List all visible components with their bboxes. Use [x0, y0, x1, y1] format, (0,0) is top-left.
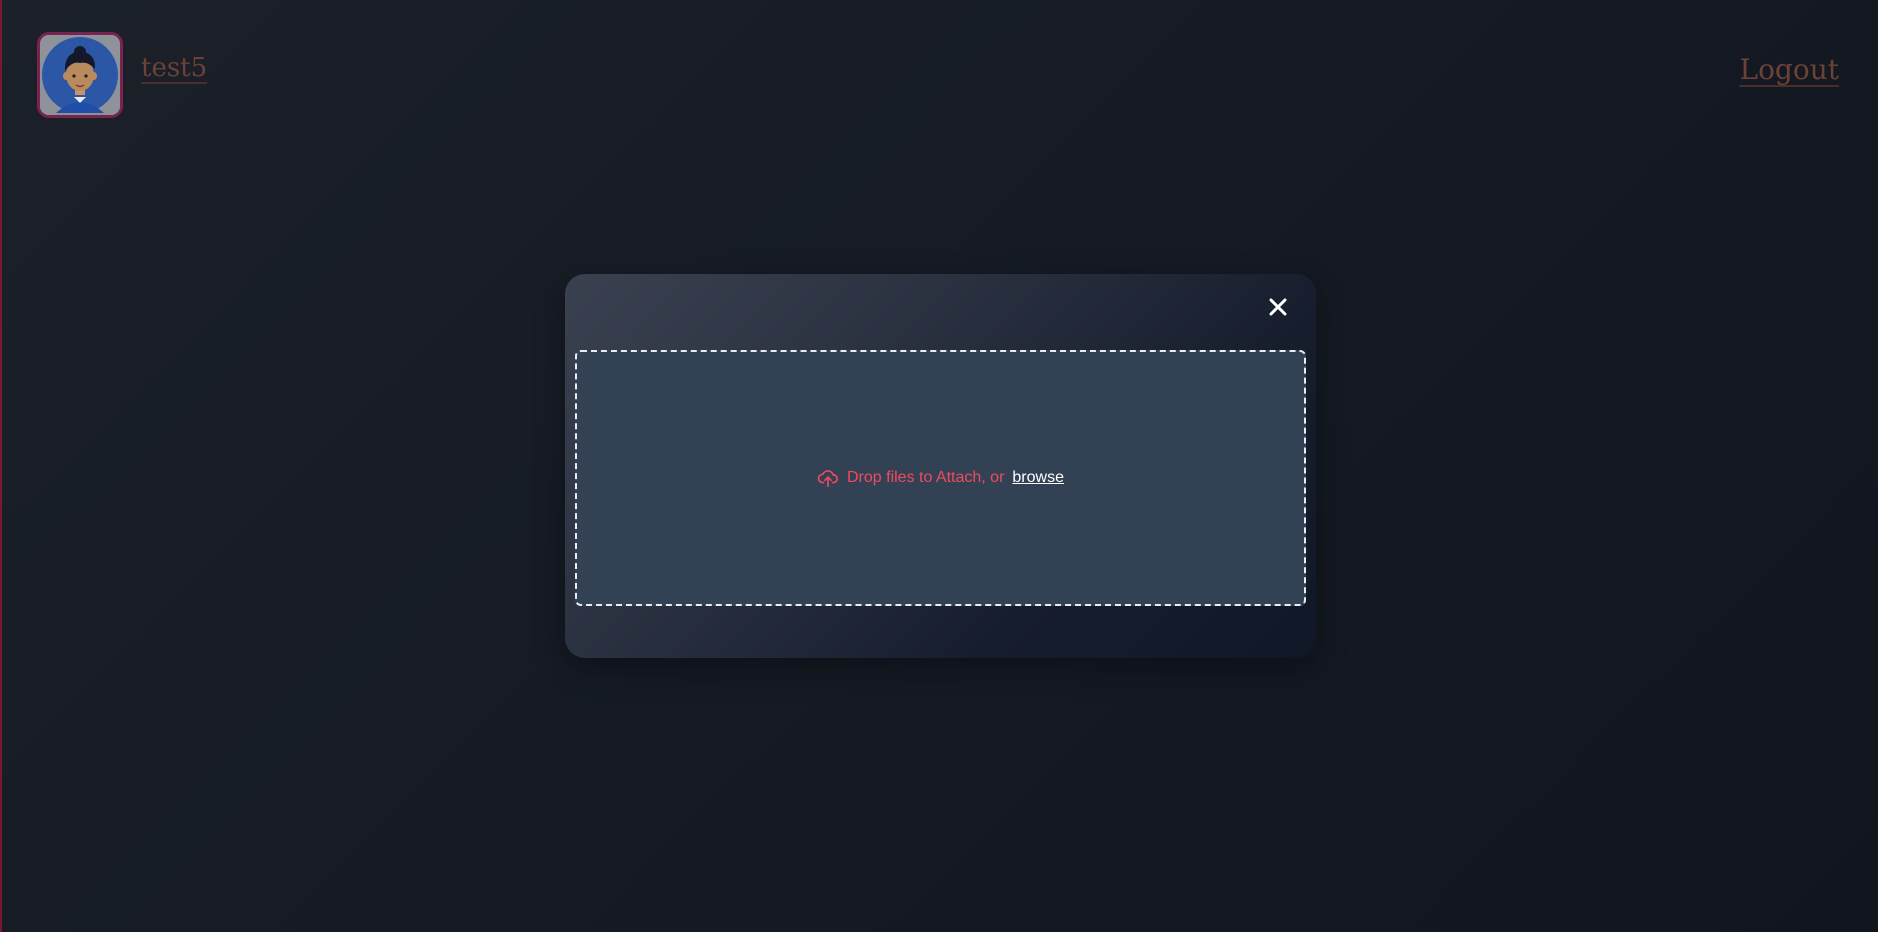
close-button[interactable]	[1264, 293, 1292, 321]
close-icon	[1269, 298, 1287, 316]
left-edge-divider	[0, 0, 2, 932]
avatar[interactable]	[37, 32, 123, 118]
dropzone-label: Drop files to Attach, or browse	[817, 467, 1064, 489]
upload-modal: Drop files to Attach, or browse	[565, 274, 1316, 658]
cloud-upload-icon	[817, 470, 838, 488]
browse-link[interactable]: browse	[1012, 469, 1064, 487]
username-link[interactable]: test5	[141, 53, 207, 83]
logout-link[interactable]: Logout	[1739, 53, 1839, 86]
file-dropzone[interactable]: Drop files to Attach, or browse	[575, 350, 1306, 606]
dropzone-prompt-text: Drop files to Attach, or	[847, 469, 1005, 486]
avatar-illustration-icon	[40, 35, 120, 115]
